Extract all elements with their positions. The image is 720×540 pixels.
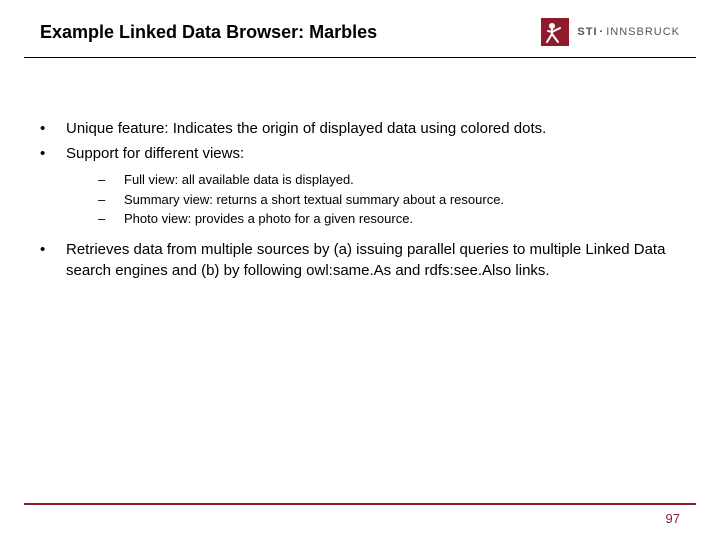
item-text: Support for different views: — [66, 143, 680, 164]
logo-brand: STI — [577, 26, 597, 38]
logo-suffix: INNSBRUCK — [606, 26, 680, 38]
logo-text: STI·INNSBRUCK — [577, 26, 680, 38]
slide-footer: 97 — [24, 503, 696, 526]
sti-logo-icon — [541, 18, 569, 46]
list-item: – Photo view: provides a photo for a giv… — [98, 209, 680, 229]
item-text: Unique feature: Indicates the origin of … — [66, 118, 680, 139]
sub-bullet-list: – Full view: all available data is displ… — [98, 170, 680, 229]
slide: Example Linked Data Browser: Marbles STI… — [0, 0, 720, 540]
dash-icon: – — [98, 190, 124, 210]
list-item: – Summary view: returns a short textual … — [98, 190, 680, 210]
item-text: Retrieves data from multiple sources by … — [66, 239, 680, 281]
logo: STI·INNSBRUCK — [541, 18, 680, 46]
page-number: 97 — [24, 511, 696, 526]
bullet-icon: • — [40, 143, 66, 164]
list-item: • Retrieves data from multiple sources b… — [40, 239, 680, 281]
bullet-list: • Unique feature: Indicates the origin o… — [40, 118, 680, 164]
list-item: • Support for different views: — [40, 143, 680, 164]
item-text: Photo view: provides a photo for a given… — [124, 209, 680, 229]
bullet-icon: • — [40, 118, 66, 139]
footer-divider — [24, 503, 696, 505]
bullet-icon: • — [40, 239, 66, 281]
logo-separator: · — [598, 26, 607, 38]
slide-body: • Unique feature: Indicates the origin o… — [0, 58, 720, 281]
item-text: Summary view: returns a short textual su… — [124, 190, 680, 210]
list-item: – Full view: all available data is displ… — [98, 170, 680, 190]
bullet-list: • Retrieves data from multiple sources b… — [40, 239, 680, 281]
list-item: • Unique feature: Indicates the origin o… — [40, 118, 680, 139]
dash-icon: – — [98, 209, 124, 229]
dash-icon: – — [98, 170, 124, 190]
slide-header: Example Linked Data Browser: Marbles STI… — [0, 0, 720, 43]
item-text: Full view: all available data is display… — [124, 170, 680, 190]
